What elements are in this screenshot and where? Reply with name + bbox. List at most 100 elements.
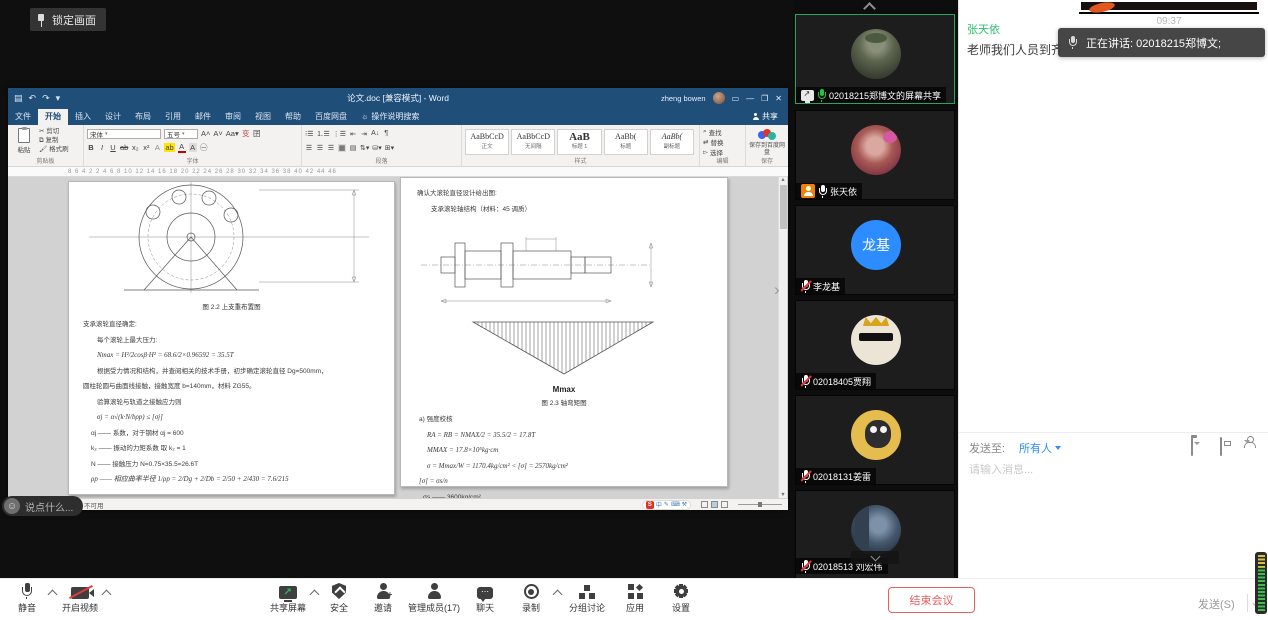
document-canvas[interactable]: 图 2.2 上支重布置图 支承滚轮直径确定: 每个滚轮上最大压力: Nmax =… (8, 177, 788, 498)
cut-button[interactable]: ✂ 剪切 (39, 127, 69, 136)
justify-button[interactable]: ▦ (338, 144, 346, 152)
video-tile-liuhongwei[interactable]: 02018513 刘宏伟 (795, 490, 955, 578)
send-message-button[interactable]: 发送(S) (1198, 596, 1235, 612)
line-spacing-button[interactable]: ⇅▾ (360, 144, 369, 152)
chat-image-cropped[interactable] (1079, 0, 1259, 14)
style-no-spacing[interactable]: AaBbCcD无间隔 (511, 129, 555, 155)
scrollbar-thumb[interactable] (780, 185, 787, 229)
sidebar-collapse-handle[interactable]: › (774, 281, 780, 298)
send-to-selector[interactable]: 所有人 (1019, 440, 1061, 456)
copy-button[interactable]: ⧉ 复制 (39, 136, 69, 145)
font-family-combo[interactable]: 宋体▾ (87, 129, 161, 139)
end-meeting-button[interactable]: 结束会议 (888, 587, 975, 613)
align-center-button[interactable]: ☰ (316, 144, 324, 152)
character-border-button[interactable]: 囝 (253, 128, 261, 139)
align-right-button[interactable]: ☰ (327, 144, 335, 152)
bold-button[interactable]: B (87, 143, 95, 152)
sogou-pen-icon[interactable]: ✎ (664, 501, 669, 508)
bullets-button[interactable]: ⁝☰ (305, 130, 314, 138)
video-tile-jianglei[interactable]: 02018131姜雷 (795, 395, 955, 485)
paste-button[interactable]: 粘贴 (11, 127, 37, 154)
close-button[interactable]: ✕ (775, 94, 782, 103)
tab-home[interactable]: 开始 (38, 109, 68, 125)
decrease-indent-button[interactable]: ⇤ (349, 130, 357, 138)
chat-input-placeholder[interactable]: 请输入消息... (969, 461, 1033, 477)
vertical-scrollbar[interactable]: ▲ ▼ (778, 177, 787, 498)
underline-button[interactable]: U (109, 143, 117, 152)
show-marks-button[interactable]: ¶ (382, 130, 390, 137)
sogou-mode-icon[interactable]: 中 (656, 500, 662, 509)
tab-help[interactable]: 帮助 (278, 109, 308, 125)
video-tile-zhangtianyi[interactable]: 张天依 (795, 110, 955, 200)
sogou-input-bar[interactable]: S 中 ✎ ⌨ ⚒ (642, 500, 691, 510)
font-color-button[interactable]: A (178, 142, 186, 153)
italic-button[interactable]: I (98, 143, 106, 152)
increase-indent-button[interactable]: ⇥ (360, 130, 368, 138)
ribbon-display-options-icon[interactable]: ▭ (732, 94, 740, 103)
tab-design[interactable]: 设计 (98, 109, 128, 125)
sogou-keyboard-icon[interactable]: ⌨ (671, 501, 680, 508)
tab-view[interactable]: 视图 (248, 109, 278, 125)
zoom-slider[interactable] (738, 504, 782, 505)
align-left-button[interactable]: ☰ (305, 144, 313, 152)
enclose-characters-button[interactable]: ㊀ (200, 142, 208, 153)
style-normal[interactable]: AaBbCcD正文 (465, 129, 509, 155)
tab-references[interactable]: 引用 (158, 109, 188, 125)
minimize-button[interactable]: — (746, 94, 754, 103)
sort-button[interactable]: A↓ (371, 130, 379, 137)
share-button[interactable]: 共享 (742, 109, 788, 125)
video-tile-jiaxiang[interactable]: 02018405贾翔 (795, 300, 955, 390)
multilevel-list-button[interactable]: ⋮☰ (333, 130, 346, 138)
shrink-font-button[interactable]: A˅ (213, 129, 222, 138)
style-title[interactable]: AaBb(标题 (604, 129, 648, 155)
chat-screenshot-button[interactable] (1220, 438, 1222, 456)
read-mode-icon[interactable] (701, 501, 708, 508)
web-layout-icon[interactable] (721, 501, 728, 508)
tab-review[interactable]: 审阅 (218, 109, 248, 125)
scroll-participants-down[interactable] (851, 551, 899, 564)
scroll-up-arrow[interactable]: ▲ (780, 177, 785, 183)
tell-me-search[interactable]: ☼操作说明搜索 (354, 109, 426, 125)
quick-chat-bar[interactable]: ☺ 说点什么... (2, 496, 83, 516)
character-shading-button[interactable]: A (189, 143, 197, 152)
mic-on-icon (818, 185, 827, 198)
numbering-button[interactable]: ⒈☰ (317, 129, 330, 139)
grow-font-button[interactable]: A˄ (201, 129, 210, 138)
video-tile-zhengbowen-share[interactable]: 02018215郑博文的屏幕共享 (795, 14, 955, 104)
format-painter-button[interactable]: 🖌 格式刷 (39, 145, 69, 154)
view-switcher[interactable] (701, 501, 728, 508)
highlight-button[interactable]: ab (164, 143, 174, 152)
distribute-button[interactable]: ▤ (349, 144, 357, 152)
chat-file-button[interactable] (1191, 438, 1193, 456)
text-effects-button[interactable]: A (153, 143, 161, 152)
superscript-button[interactable]: x² (142, 143, 150, 152)
video-tile-lilongji[interactable]: 龙基 李龙基 (795, 205, 955, 295)
phonetic-guide-button[interactable]: 变 (242, 128, 250, 139)
replace-button[interactable]: ⇄替换 (703, 137, 742, 147)
sogou-tool-icon[interactable]: ⚒ (682, 501, 687, 508)
tab-baidu-netdisk[interactable]: 百度网盘 (308, 109, 354, 125)
account-avatar[interactable] (713, 92, 725, 104)
start-video-button[interactable]: 开启视频 (47, 582, 113, 614)
quick-chat-placeholder: 说点什么... (25, 499, 73, 514)
tab-file[interactable]: 文件 (8, 109, 38, 125)
horizontal-ruler[interactable]: 8 6 4 2 2 4 6 8 10 12 14 16 18 20 22 24 … (8, 167, 788, 177)
pin-view-button[interactable]: 锁定画面 (30, 8, 106, 31)
find-button[interactable]: ⌕查找 (703, 127, 742, 137)
restore-button[interactable]: ❐ (761, 94, 768, 103)
baidu-save-button[interactable]: 保存到百度网盘 (749, 129, 785, 157)
style-heading1[interactable]: AaB标题 1 (557, 129, 601, 155)
subscript-button[interactable]: x₂ (131, 143, 139, 152)
font-size-combo[interactable]: 五号▾ (164, 129, 198, 139)
settings-button[interactable]: 设置 (648, 582, 714, 614)
change-case-button[interactable]: Aa▾ (226, 129, 239, 138)
scroll-participants-up-icon[interactable] (863, 2, 876, 15)
strikethrough-button[interactable]: ab (120, 143, 128, 152)
tab-mailings[interactable]: 邮件 (188, 109, 218, 125)
borders-button[interactable]: ⊞▾ (385, 144, 394, 152)
shading-button[interactable]: ⛁▾ (372, 144, 381, 152)
tab-layout[interactable]: 布局 (128, 109, 158, 125)
tab-insert[interactable]: 插入 (68, 109, 98, 125)
style-subtitle[interactable]: AaBb(副标题 (650, 129, 694, 155)
print-layout-icon[interactable] (711, 501, 718, 508)
